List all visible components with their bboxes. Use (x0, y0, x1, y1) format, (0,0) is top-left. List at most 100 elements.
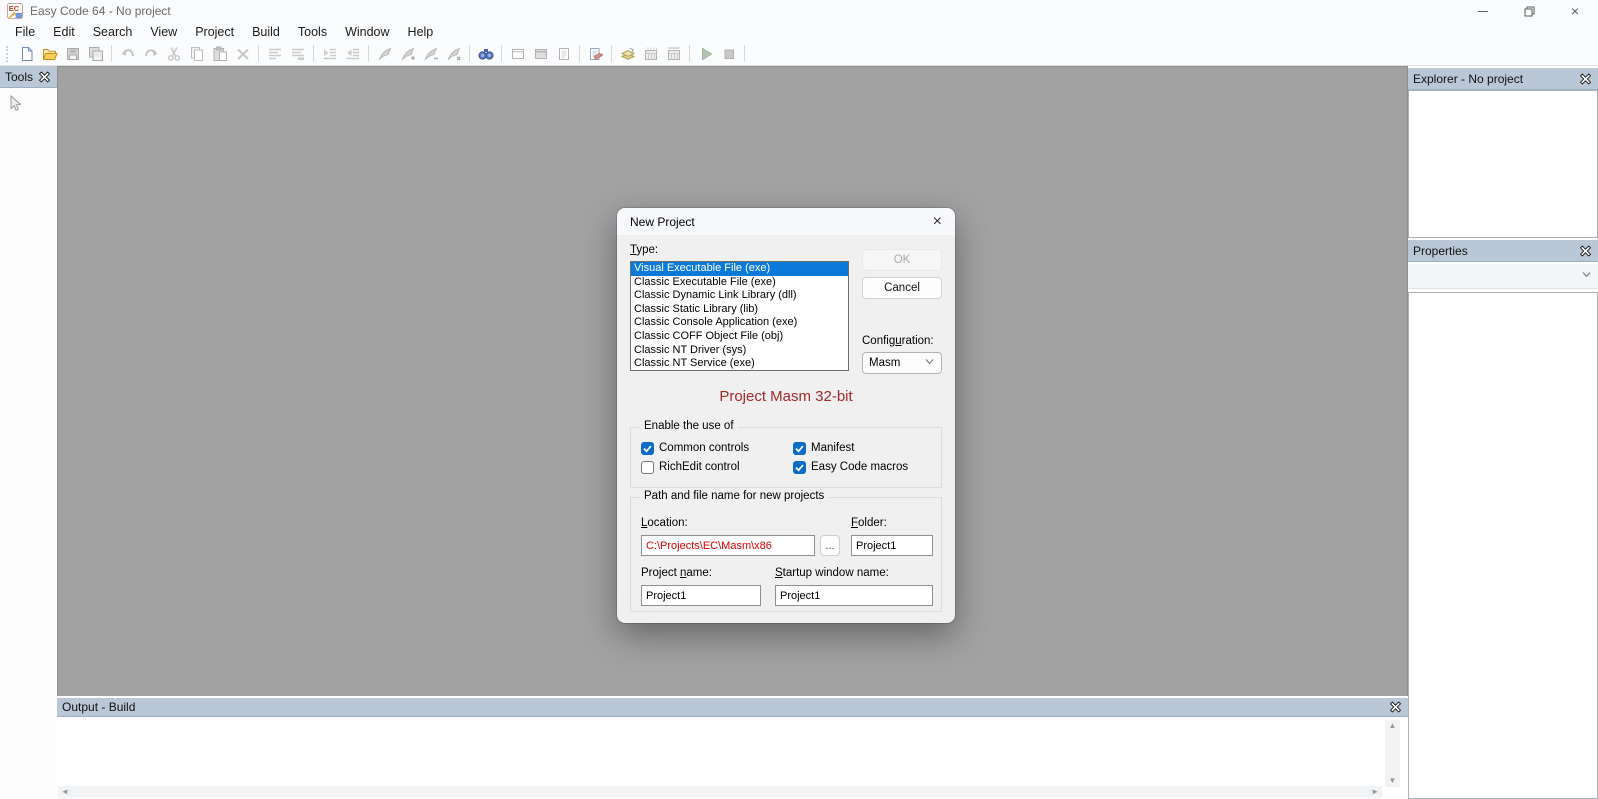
properties-close-icon[interactable] (1578, 244, 1593, 257)
toolbar-separator (689, 45, 690, 62)
toolbar-separator (258, 45, 259, 62)
cut-icon[interactable] (162, 43, 185, 65)
dialog-close-icon[interactable]: × (933, 214, 942, 230)
close-button[interactable]: × (1552, 0, 1598, 22)
open-file-icon[interactable] (38, 43, 61, 65)
checkbox-manifest[interactable] (793, 442, 806, 455)
application-window: EC Easy Code 64 - No project × FileEditS… (0, 0, 1598, 799)
save-all-icon[interactable] (84, 43, 107, 65)
comment-lines-icon[interactable] (263, 43, 286, 65)
startup-window-name-label: Startup window name: (775, 567, 889, 579)
project-type-option[interactable]: Visual Executable File (exe) (631, 262, 848, 276)
browse-button[interactable]: ... (820, 535, 840, 556)
checkbox-row: Manifest (793, 441, 908, 455)
cancel-button[interactable]: Cancel (862, 277, 942, 299)
properties-object-select[interactable] (1408, 264, 1598, 289)
checkbox-label: Easy Code macros (811, 461, 908, 473)
menu-window[interactable]: Window (336, 22, 398, 42)
project-type-option[interactable]: Classic NT Service (exe) (631, 357, 848, 371)
save-icon[interactable] (61, 43, 84, 65)
explorer-panel-header: Explorer - No project (1408, 68, 1598, 90)
path-group: Path and file name for new projects Loca… (630, 497, 942, 612)
restore-button[interactable] (1506, 0, 1552, 22)
copy-icon[interactable] (185, 43, 208, 65)
startup-window-name-input[interactable] (775, 585, 933, 606)
minimize-button[interactable] (1460, 0, 1506, 22)
dialog-title-bar[interactable]: New Project × (617, 208, 955, 235)
menu-project[interactable]: Project (186, 22, 243, 42)
output-close-icon[interactable] (1388, 701, 1403, 714)
menu-view[interactable]: View (141, 22, 186, 42)
paste-icon[interactable] (208, 43, 231, 65)
stop-icon[interactable] (717, 43, 740, 65)
path-group-title: Path and file name for new projects (640, 490, 828, 502)
find-icon[interactable] (474, 43, 497, 65)
project-type-option[interactable]: Classic NT Driver (sys) (631, 344, 848, 358)
horizontal-scrollbar[interactable]: ◄ ► (58, 786, 1382, 798)
menu-edit[interactable]: Edit (44, 22, 84, 42)
location-input[interactable] (641, 535, 815, 556)
app-icon: EC (7, 3, 23, 19)
restore-icon (1524, 6, 1535, 17)
menu-help[interactable]: Help (399, 22, 443, 42)
checkbox-row: Common controls (641, 441, 793, 455)
run-icon[interactable] (694, 43, 717, 65)
bookmark-next-icon[interactable] (396, 43, 419, 65)
vertical-scrollbar[interactable]: ▲ ▼ (1385, 720, 1400, 787)
assemble-icon[interactable] (639, 43, 662, 65)
menu-file[interactable]: File (6, 22, 44, 42)
link-icon[interactable] (662, 43, 685, 65)
scroll-down-icon[interactable]: ▼ (1389, 777, 1397, 785)
project-name-input[interactable] (641, 585, 761, 606)
new-document-icon[interactable] (552, 43, 575, 65)
menu-build[interactable]: Build (243, 22, 289, 42)
scroll-up-icon[interactable]: ▲ (1389, 722, 1397, 730)
checkbox-common-controls[interactable] (641, 442, 654, 455)
select-tool-cursor-icon[interactable] (7, 95, 22, 117)
configuration-select[interactable]: Masm (862, 352, 942, 374)
title-bar: EC Easy Code 64 - No project × (0, 0, 1598, 22)
toolbar-grip[interactable] (6, 46, 9, 62)
project-type-option[interactable]: Classic Static Library (lib) (631, 303, 848, 317)
checkbox-easy-code-macros[interactable] (793, 461, 806, 474)
tools-panel-header: Tools (0, 66, 57, 88)
project-banner: Project Masm 32-bit (617, 388, 955, 405)
tools-close-icon[interactable] (37, 70, 52, 83)
scroll-right-icon[interactable]: ► (1371, 788, 1379, 796)
explorer-panel-title: Explorer - No project (1413, 72, 1523, 86)
ok-button[interactable]: OK (862, 249, 942, 271)
project-name-label: Project name: (641, 567, 712, 579)
uncomment-lines-icon[interactable] (286, 43, 309, 65)
project-type-option[interactable]: Classic Executable File (exe) (631, 276, 848, 290)
redo-icon[interactable] (139, 43, 162, 65)
undo-icon[interactable] (116, 43, 139, 65)
toolbar (0, 42, 1598, 66)
toolbar-separator (111, 45, 112, 62)
new-dialog-icon[interactable] (529, 43, 552, 65)
folder-input[interactable] (851, 535, 933, 556)
new-window-icon[interactable] (506, 43, 529, 65)
project-type-option[interactable]: Classic Dynamic Link Library (dll) (631, 289, 848, 303)
output-log: ▲ ▼ ◄ ► (57, 717, 1408, 799)
explorer-tree (1408, 90, 1598, 238)
project-type-option[interactable]: Classic COFF Object File (obj) (631, 330, 848, 344)
new-file-icon[interactable] (15, 43, 38, 65)
scroll-left-icon[interactable]: ◄ (61, 788, 69, 796)
build-icon[interactable] (616, 43, 639, 65)
checkbox-row: Easy Code macros (793, 460, 908, 474)
toolbar-separator (368, 45, 369, 62)
bookmark-toggle-icon[interactable] (373, 43, 396, 65)
bookmark-previous-icon[interactable] (419, 43, 442, 65)
outdent-icon[interactable] (341, 43, 364, 65)
menu-search[interactable]: Search (84, 22, 142, 42)
menu-tools[interactable]: Tools (289, 22, 336, 42)
checkbox-richedit-control[interactable] (641, 461, 654, 474)
explorer-close-icon[interactable] (1578, 72, 1593, 85)
bookmark-clear-icon[interactable] (442, 43, 465, 65)
project-type-option[interactable]: Classic Console Application (exe) (631, 316, 848, 330)
delete-icon[interactable] (231, 43, 254, 65)
indent-icon[interactable] (318, 43, 341, 65)
project-properties-icon[interactable] (584, 43, 607, 65)
project-type-list[interactable]: Visual Executable File (exe)Classic Exec… (630, 261, 849, 371)
checkbox-grid: Common controlsManifestRichEdit controlE… (641, 441, 908, 474)
